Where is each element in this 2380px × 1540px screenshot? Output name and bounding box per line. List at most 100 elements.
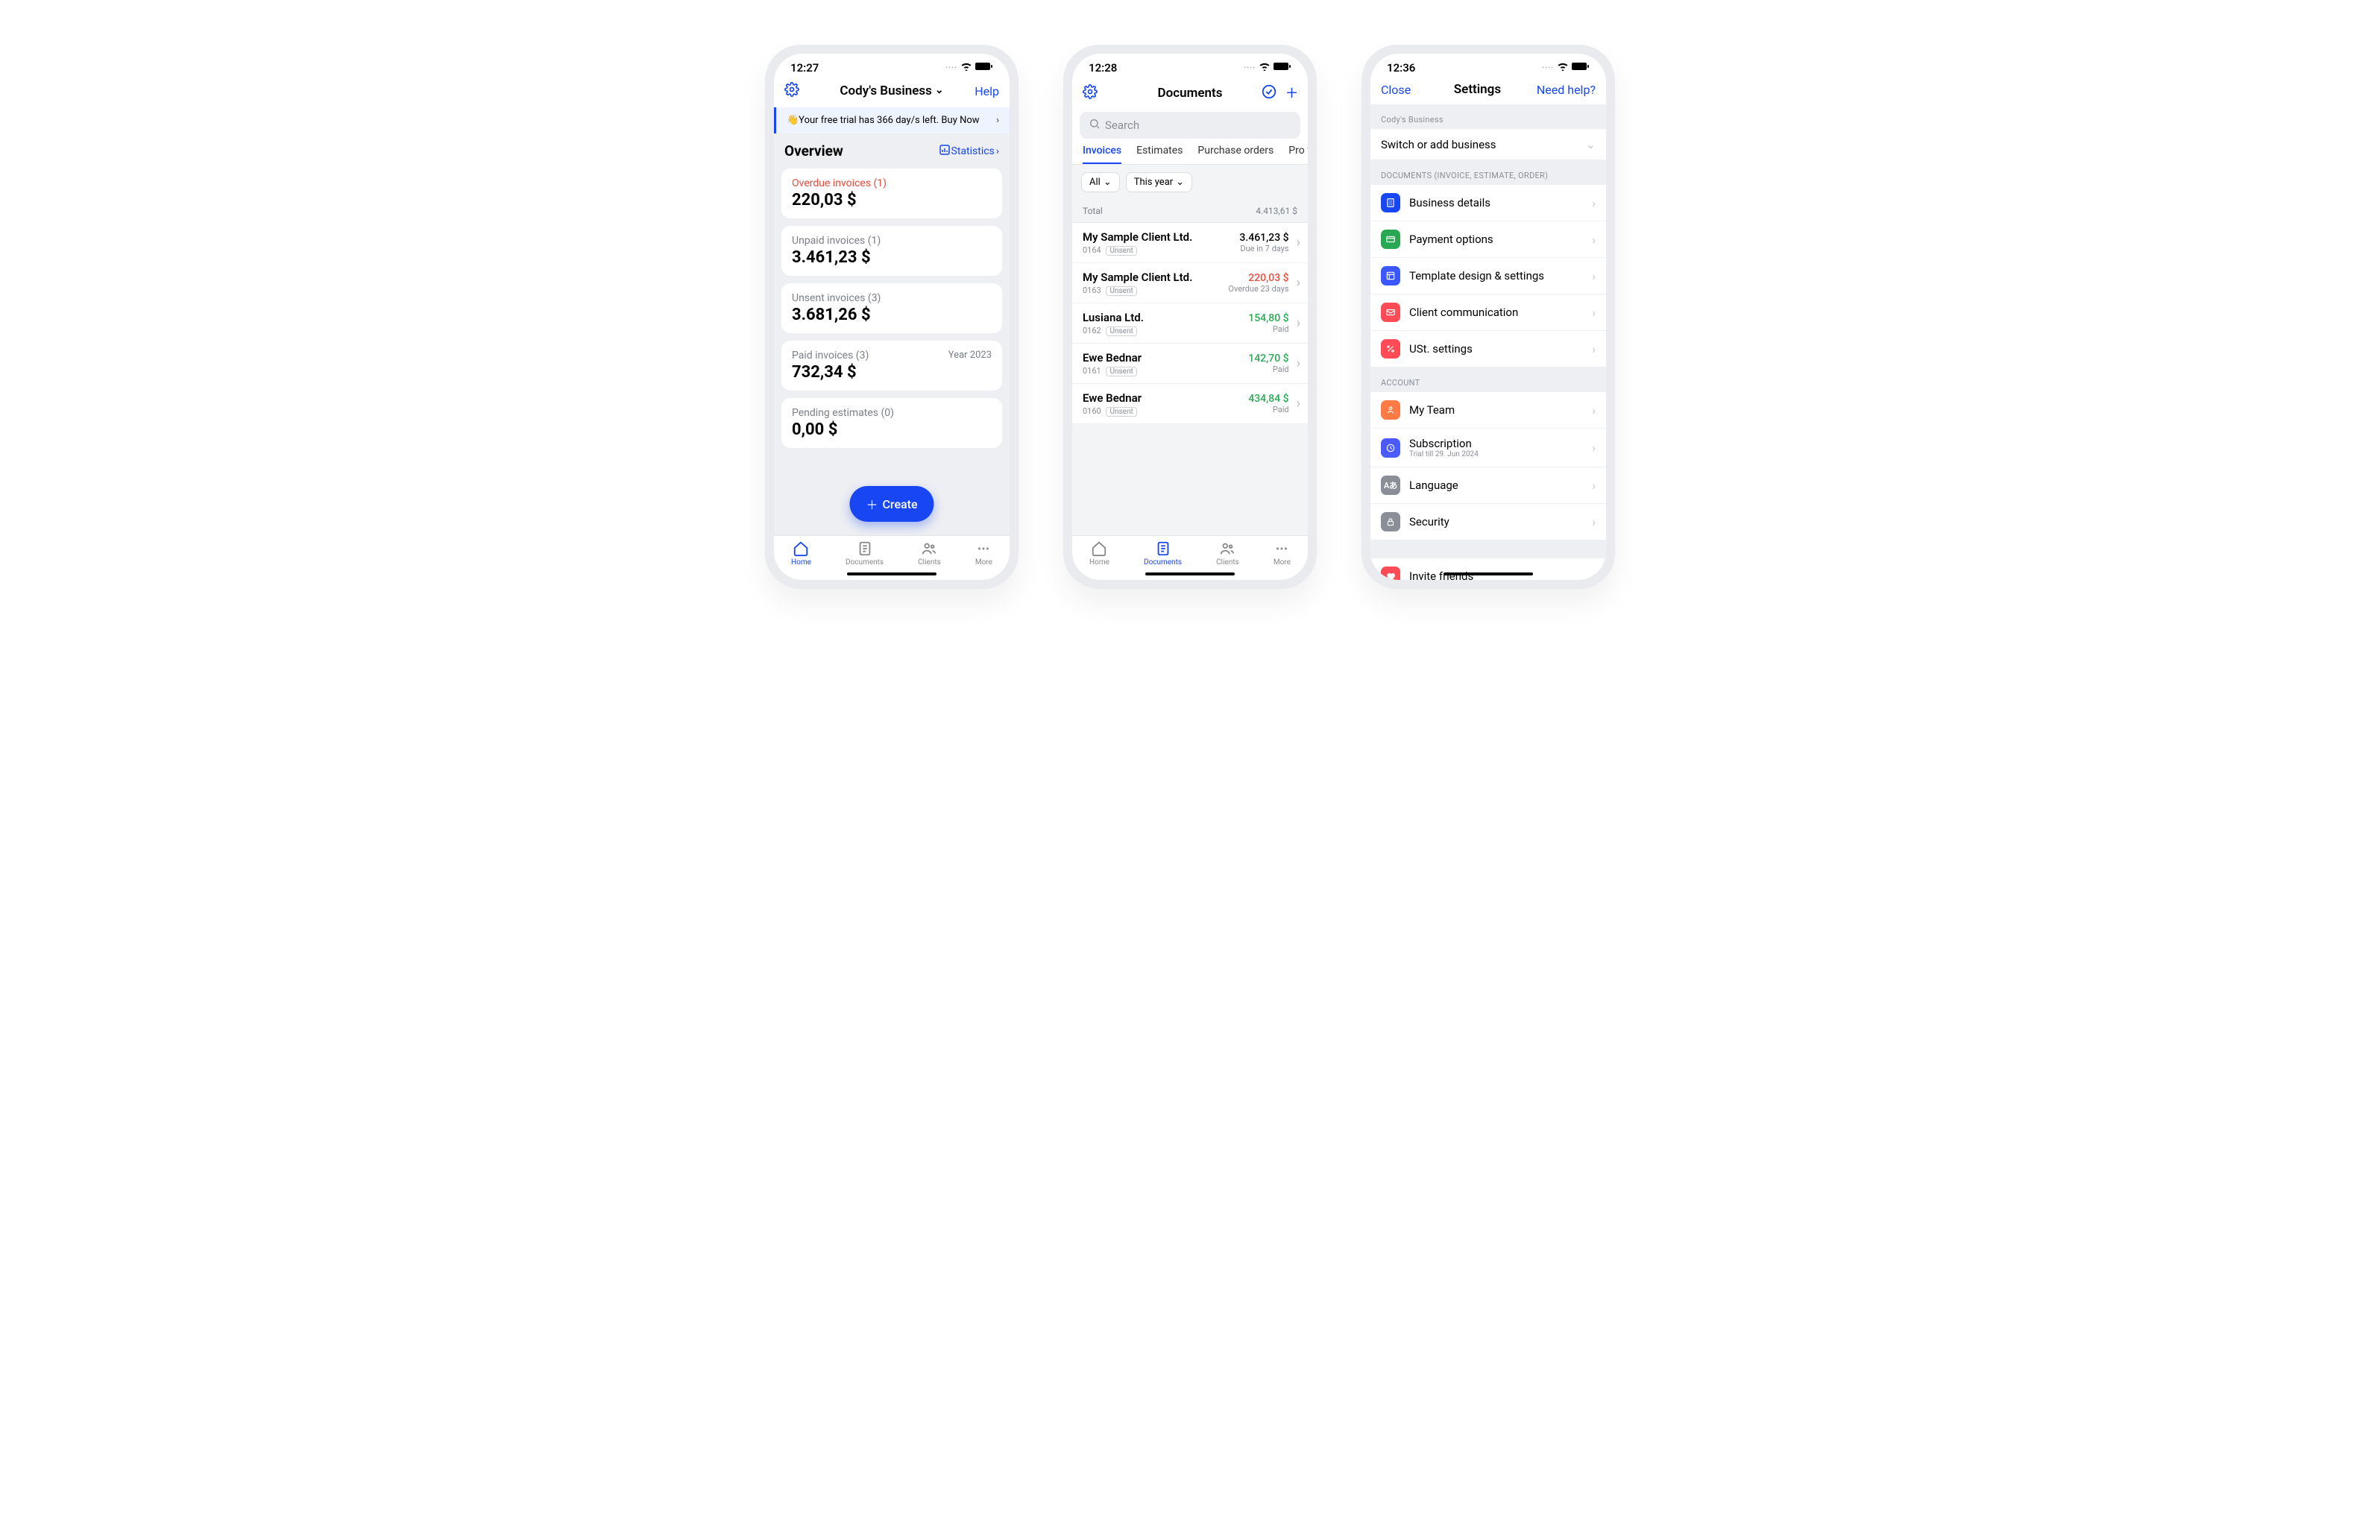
battery-icon [975,62,993,74]
home-indicator [1444,572,1533,575]
card-unpaid-invoices[interactable]: Unpaid invoices (1) 3.461,23 $ [781,226,1002,276]
cell-switch-business[interactable]: Switch or add business ⌄ [1370,129,1606,160]
battery-icon [1274,62,1291,74]
tab-home[interactable]: Home [791,540,811,567]
statistics-label: Statistics [951,145,995,157]
business-selector[interactable]: Cody's Business [840,83,943,98]
tab-invoices[interactable]: Invoices [1083,145,1121,164]
row-amount: 220,03 $ [1228,272,1288,284]
wifi-icon [1557,62,1569,74]
tab-label: Clients [1216,558,1239,567]
tab-proforma[interactable]: Pro f [1288,145,1308,164]
screen-settings: 12:36 ···· Close Settings Need help? Cod… [1370,54,1606,580]
row-client: My Sample Client Ltd. [1083,271,1192,284]
cell-business-details[interactable]: Business details › [1370,185,1606,221]
search-icon [1089,118,1101,133]
chevron-right-icon: › [1592,569,1596,581]
card-overdue-invoices[interactable]: Overdue invoices (1) 220,03 $ [781,168,1002,218]
status-badge: Unsent [1106,407,1136,417]
card-amount: 0,00 $ [792,420,992,439]
cell-ust-settings[interactable]: USt. settings › [1370,331,1606,367]
status-badge: Unsent [1106,246,1136,256]
card-unsent-invoices[interactable]: Unsent invoices (3) 3.681,26 $ [781,283,1002,333]
settings-body: Cody's Business Switch or add business ⌄… [1370,104,1606,580]
tab-purchase-orders[interactable]: Purchase orders [1197,145,1274,164]
need-help-link[interactable]: Need help? [1537,83,1596,97]
card-amount: 3.681,26 $ [792,306,992,324]
chevron-right-icon: › [1592,196,1596,210]
cell-label: Payment options [1409,233,1493,246]
cell-label: Security [1409,515,1449,528]
status-icons: ···· [1244,62,1291,74]
document-row[interactable]: Ewe Bednar0160 Unsent434,84 $Paid› [1072,384,1308,424]
chevron-right-icon: › [1292,356,1305,371]
template-icon [1381,266,1400,285]
add-button[interactable]: + [1286,82,1297,104]
tab-clients[interactable]: Clients [1216,540,1239,567]
wifi-icon [1259,62,1271,74]
filter-period[interactable]: This year⌄ [1126,172,1192,192]
card-paid-invoices[interactable]: Year 2023 Paid invoices (3) 732,34 $ [781,341,1002,391]
search-input[interactable]: Search [1080,112,1300,139]
cell-security[interactable]: Security › [1370,504,1606,540]
card-pending-estimates[interactable]: Pending estimates (0) 0,00 $ [781,398,1002,448]
phone-settings: 12:36 ···· Close Settings Need help? Cod… [1361,45,1615,589]
section-documents-header: DOCUMENTS (INVOICE, ESTIMATE, ORDER) [1370,160,1606,185]
card-label: Unpaid invoices (1) [792,235,992,247]
tab-home[interactable]: Home [1089,540,1109,567]
document-row[interactable]: My Sample Client Ltd.0164 Unsent3.461,23… [1072,223,1308,263]
overview-title: Overview [784,142,843,160]
row-status: Paid [1248,405,1288,414]
heart-icon [1381,567,1400,580]
chevron-right-icon: › [1592,269,1596,283]
tab-label: Documents [1144,558,1182,567]
help-link[interactable]: Help [975,84,999,98]
tab-documents[interactable]: Documents [1144,540,1182,567]
settings-icon[interactable] [1083,84,1098,102]
cell-label: Language [1409,479,1458,492]
section-business-header: Cody's Business [1370,104,1606,129]
card-amount: 732,34 $ [792,363,992,382]
tab-more[interactable]: More [975,540,992,567]
filter-status[interactable]: All⌄ [1081,172,1120,192]
chevron-right-icon: › [1292,275,1305,291]
tab-label: More [1274,558,1291,567]
statistics-link[interactable]: Statistics › [939,145,999,158]
document-row[interactable]: Ewe Bednar0161 Unsent142,70 $Paid› [1072,344,1308,384]
wifi-icon [960,62,972,74]
cell-template-design[interactable]: Template design & settings › [1370,258,1606,294]
cell-subscription[interactable]: Subscription Trial till 29. Jun 2024 › [1370,429,1606,467]
page-title: Documents [1158,86,1223,101]
row-meta: 0164 Unsent [1083,245,1192,255]
row-client: Lusiana Ltd. [1083,311,1144,324]
cell-invite-friends[interactable]: Invite friends › [1370,558,1606,580]
cell-label: Client communication [1409,306,1518,319]
percent-icon [1381,339,1400,359]
chevron-expand-icon: ⌄ [1586,137,1596,151]
cell-my-team[interactable]: My Team › [1370,392,1606,429]
row-meta: 0161 Unsent [1083,366,1142,376]
cell-language[interactable]: Aあ Language › [1370,467,1606,504]
chevron-right-icon: › [1592,441,1596,455]
tab-documents[interactable]: Documents [846,540,884,567]
cell-client-communication[interactable]: Client communication › [1370,294,1606,331]
cell-label: Switch or add business [1381,138,1496,151]
page-title: Settings [1454,82,1501,97]
cell-payment-options[interactable]: Payment options › [1370,221,1606,258]
chevron-down-icon: ⌄ [1176,177,1184,188]
status-badge: Unsent [1106,286,1136,296]
document-row[interactable]: My Sample Client Ltd.0163 Unsent220,03 $… [1072,263,1308,303]
document-row[interactable]: Lusiana Ltd.0162 Unsent154,80 $Paid› [1072,303,1308,344]
settings-icon[interactable] [784,82,799,100]
trial-banner-text: 👋Your free trial has 366 day/s left. Buy… [787,115,980,126]
battery-icon [1572,62,1590,74]
close-button[interactable]: Close [1381,83,1411,97]
check-circle-icon[interactable] [1261,83,1277,103]
row-client: Ewe Bednar [1083,351,1142,365]
tab-estimates[interactable]: Estimates [1136,145,1183,164]
tab-clients[interactable]: Clients [918,540,941,567]
tab-more[interactable]: More [1274,540,1291,567]
create-button[interactable]: ＋ Create [849,486,934,522]
card-label: Unsent invoices (3) [792,292,992,304]
trial-banner[interactable]: 👋Your free trial has 366 day/s left. Buy… [774,107,1010,133]
